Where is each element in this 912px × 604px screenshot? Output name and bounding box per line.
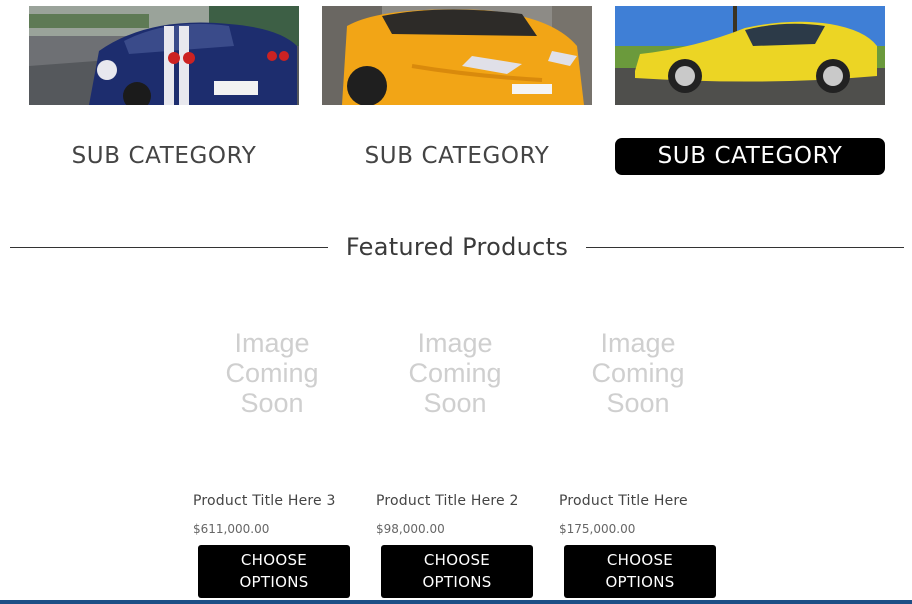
subcategory-button-2[interactable]: SUB CATEGORY — [322, 138, 592, 175]
choose-options-label-line-2: OPTIONS — [605, 573, 675, 591]
orange-sports-car-photo — [322, 6, 592, 105]
choose-options-button[interactable]: CHOOSE OPTIONS — [198, 545, 350, 598]
featured-products-heading: Featured Products — [10, 232, 904, 262]
image-coming-soon-placeholder[interactable]: Image Coming Soon — [553, 320, 723, 430]
placeholder-line-2: Coming — [225, 358, 319, 388]
product-title[interactable]: Product Title Here 2 — [376, 493, 519, 509]
placeholder-line-2: Coming — [408, 358, 502, 388]
product-title[interactable]: Product Title Here — [559, 493, 688, 509]
placeholder-line-3: Soon — [240, 388, 304, 418]
product-card-3: Image Coming Soon Product Title Here $17… — [559, 320, 729, 598]
image-coming-soon-placeholder[interactable]: Image Coming Soon — [187, 320, 357, 430]
placeholder-line-3: Soon — [423, 388, 487, 418]
choose-options-button[interactable]: CHOOSE OPTIONS — [564, 545, 716, 598]
product-card-1: Image Coming Soon Product Title Here 3 $… — [193, 320, 363, 598]
blue-sports-car-photo — [29, 6, 299, 105]
subcategory-card-1: SUB CATEGORY — [29, 6, 299, 169]
product-price: $175,000.00 — [559, 522, 636, 536]
orange-sports-car-image[interactable] — [322, 6, 592, 105]
yellow-sports-car-photo — [615, 6, 885, 105]
placeholder-line-1: Image — [234, 328, 310, 358]
subcategory-button-1[interactable]: SUB CATEGORY — [29, 138, 299, 175]
heading-divider-right — [586, 247, 904, 248]
choose-options-label-line-1: CHOOSE — [240, 551, 308, 569]
placeholder-line-1: Image — [417, 328, 493, 358]
choose-options-button[interactable]: CHOOSE OPTIONS — [381, 545, 533, 598]
placeholder-line-1: Image — [600, 328, 676, 358]
product-price: $98,000.00 — [376, 522, 445, 536]
placeholder-line-3: Soon — [606, 388, 670, 418]
subcategory-card-2: SUB CATEGORY — [322, 6, 592, 169]
product-card-2: Image Coming Soon Product Title Here 2 $… — [376, 320, 546, 598]
choose-options-label-line-1: CHOOSE — [423, 551, 491, 569]
yellow-sports-car-image[interactable] — [615, 6, 885, 105]
placeholder-line-2: Coming — [591, 358, 685, 388]
choose-options-label-line-2: OPTIONS — [239, 573, 309, 591]
choose-options-label-line-2: OPTIONS — [422, 573, 492, 591]
subcategory-card-3: SUB CATEGORY — [615, 6, 885, 175]
choose-options-label-line-1: CHOOSE — [606, 551, 674, 569]
product-title[interactable]: Product Title Here 3 — [193, 493, 336, 509]
blue-sports-car-image[interactable] — [29, 6, 299, 105]
product-price: $611,000.00 — [193, 522, 270, 536]
subcategory-button-3[interactable]: SUB CATEGORY — [615, 138, 885, 175]
bottom-edge-bar — [0, 600, 912, 604]
image-coming-soon-placeholder[interactable]: Image Coming Soon — [370, 320, 540, 430]
